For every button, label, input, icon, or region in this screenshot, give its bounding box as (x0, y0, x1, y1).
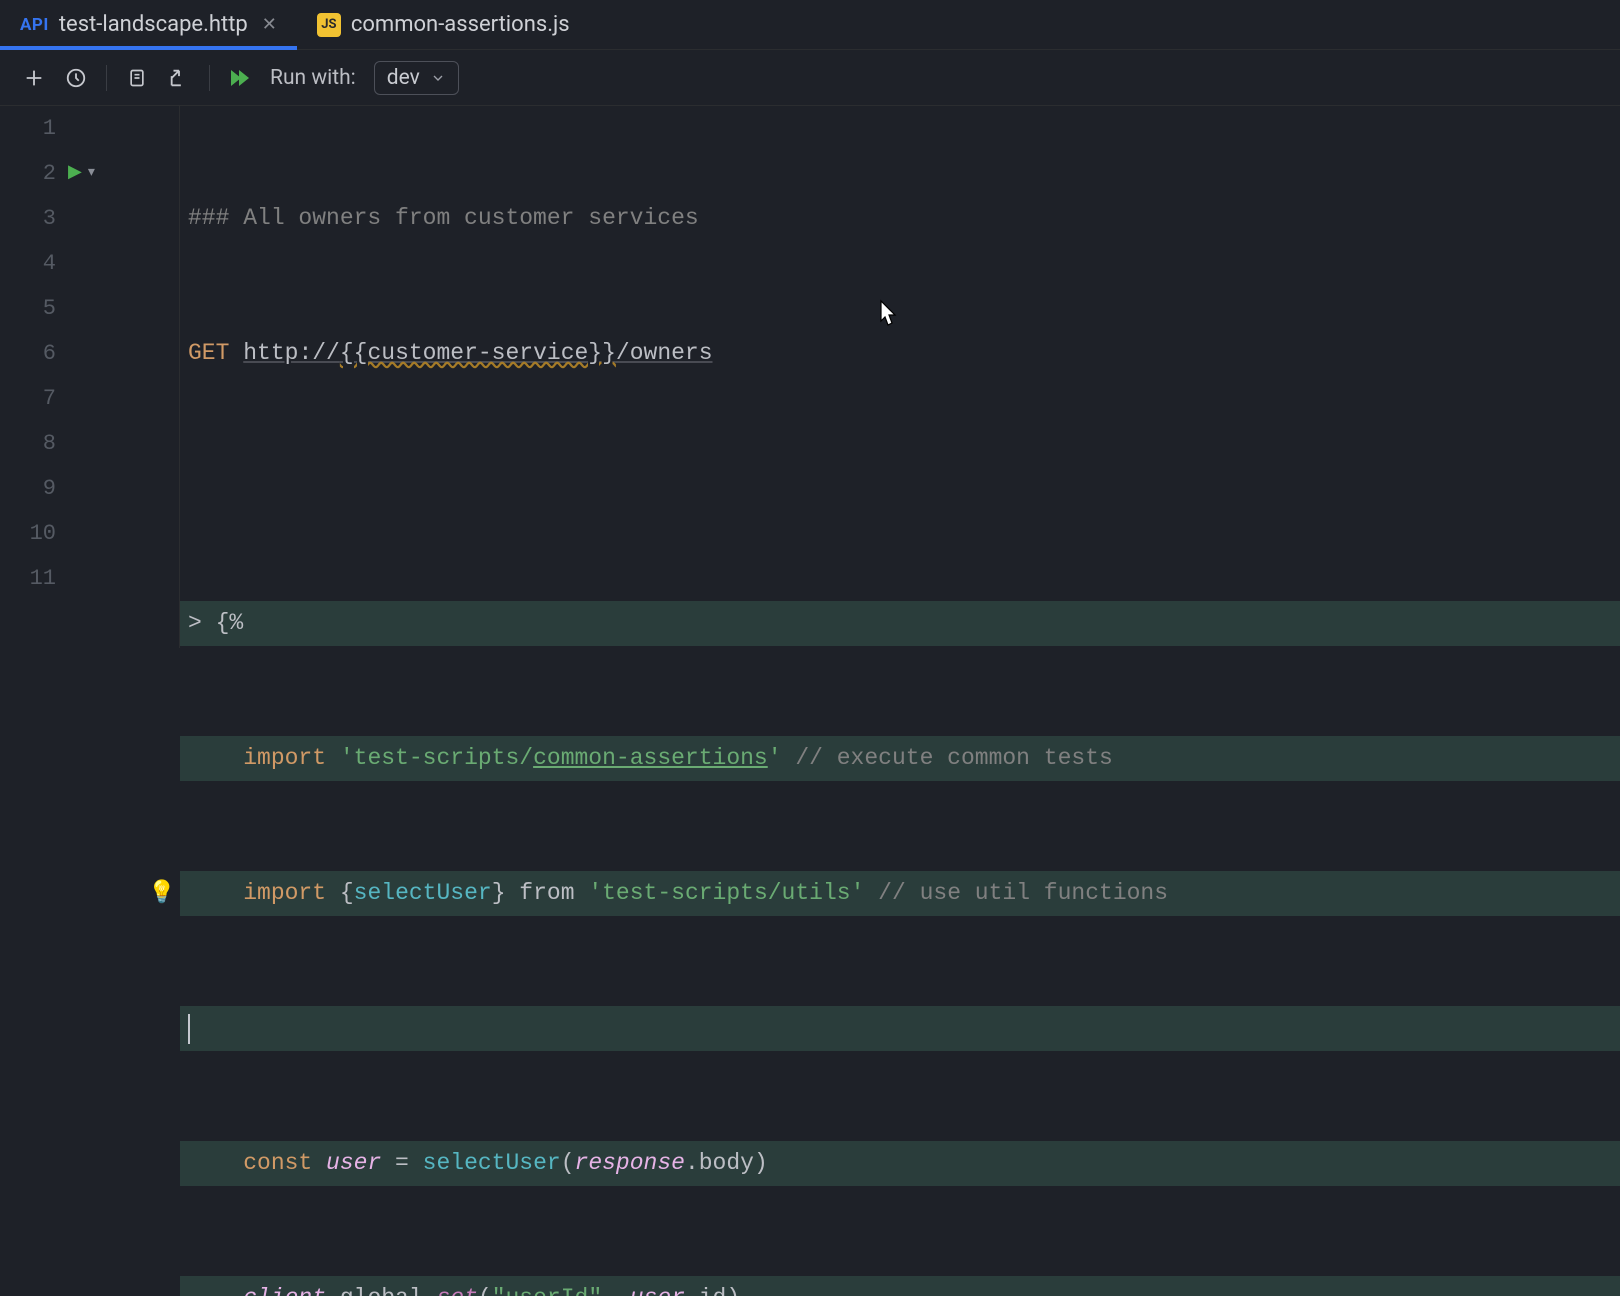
link-common-assertions[interactable]: common-assertions (533, 736, 768, 781)
run-all-icon[interactable] (228, 66, 252, 90)
tab-label: common-assertions.js (351, 12, 570, 37)
line-number: 3 (0, 196, 56, 241)
line-number: 2 (0, 151, 56, 196)
code-editor[interactable]: 1 2 ▶▾ 3 4 5 6 7 8 9 10 11 ### All owners… (0, 106, 1620, 648)
code-line (180, 1006, 1620, 1051)
code-line: 💡 import {selectUser} from 'test-scripts… (180, 871, 1620, 916)
code-line: const user = selectUser(response.body) (180, 1141, 1620, 1186)
http-toolbar: Run with: dev (0, 50, 1620, 106)
line-number: 7 (0, 376, 56, 421)
toolbar-divider (209, 65, 210, 91)
tab-test-landscape[interactable]: API test-landscape.http ✕ (0, 0, 297, 49)
line-number: 9 (0, 466, 56, 511)
environment-selector[interactable]: dev (374, 61, 459, 95)
gutter: 1 2 ▶▾ 3 4 5 6 7 8 9 10 11 (0, 106, 180, 648)
line-number: 5 (0, 286, 56, 331)
code-line: ### All owners from customer services (180, 196, 1620, 241)
line-number: 6 (0, 331, 56, 376)
line-number: 10 (0, 511, 56, 556)
code-line: import 'test-scripts/common-assertions' … (180, 736, 1620, 781)
code-line (180, 466, 1620, 511)
history-icon[interactable] (64, 66, 88, 90)
env-value: dev (387, 66, 420, 90)
close-icon[interactable]: ✕ (262, 14, 277, 35)
code-content[interactable]: ### All owners from customer services GE… (180, 106, 1620, 648)
line-number: 8 (0, 421, 56, 466)
line-number: 1 (0, 106, 56, 151)
text-caret (188, 1014, 190, 1044)
chevron-down-icon (430, 70, 446, 86)
code-line: GET http://{{customer-service}}/owners (180, 331, 1620, 376)
code-line: > {% (180, 601, 1620, 646)
examples-icon[interactable] (125, 66, 149, 90)
line-number: 4 (0, 241, 56, 286)
editor-tabs: API test-landscape.http ✕ JS common-asse… (0, 0, 1620, 50)
import-icon[interactable] (167, 66, 191, 90)
tab-common-assertions[interactable]: JS common-assertions.js (297, 0, 590, 49)
chevron-down-icon[interactable]: ▾ (88, 151, 95, 196)
line-number: 11 (0, 556, 56, 601)
mouse-cursor-icon (872, 299, 900, 331)
run-with-label: Run with: (270, 66, 356, 90)
lightbulb-icon[interactable]: 💡 (148, 871, 175, 916)
code-line: client.global.set("userId", user.id) (180, 1276, 1620, 1296)
add-icon[interactable] (22, 66, 46, 90)
js-file-icon: JS (317, 13, 341, 37)
run-gutter-icon[interactable]: ▶ (68, 151, 82, 196)
tab-label: test-landscape.http (59, 12, 248, 37)
api-file-icon: API (20, 15, 49, 35)
toolbar-divider (106, 65, 107, 91)
